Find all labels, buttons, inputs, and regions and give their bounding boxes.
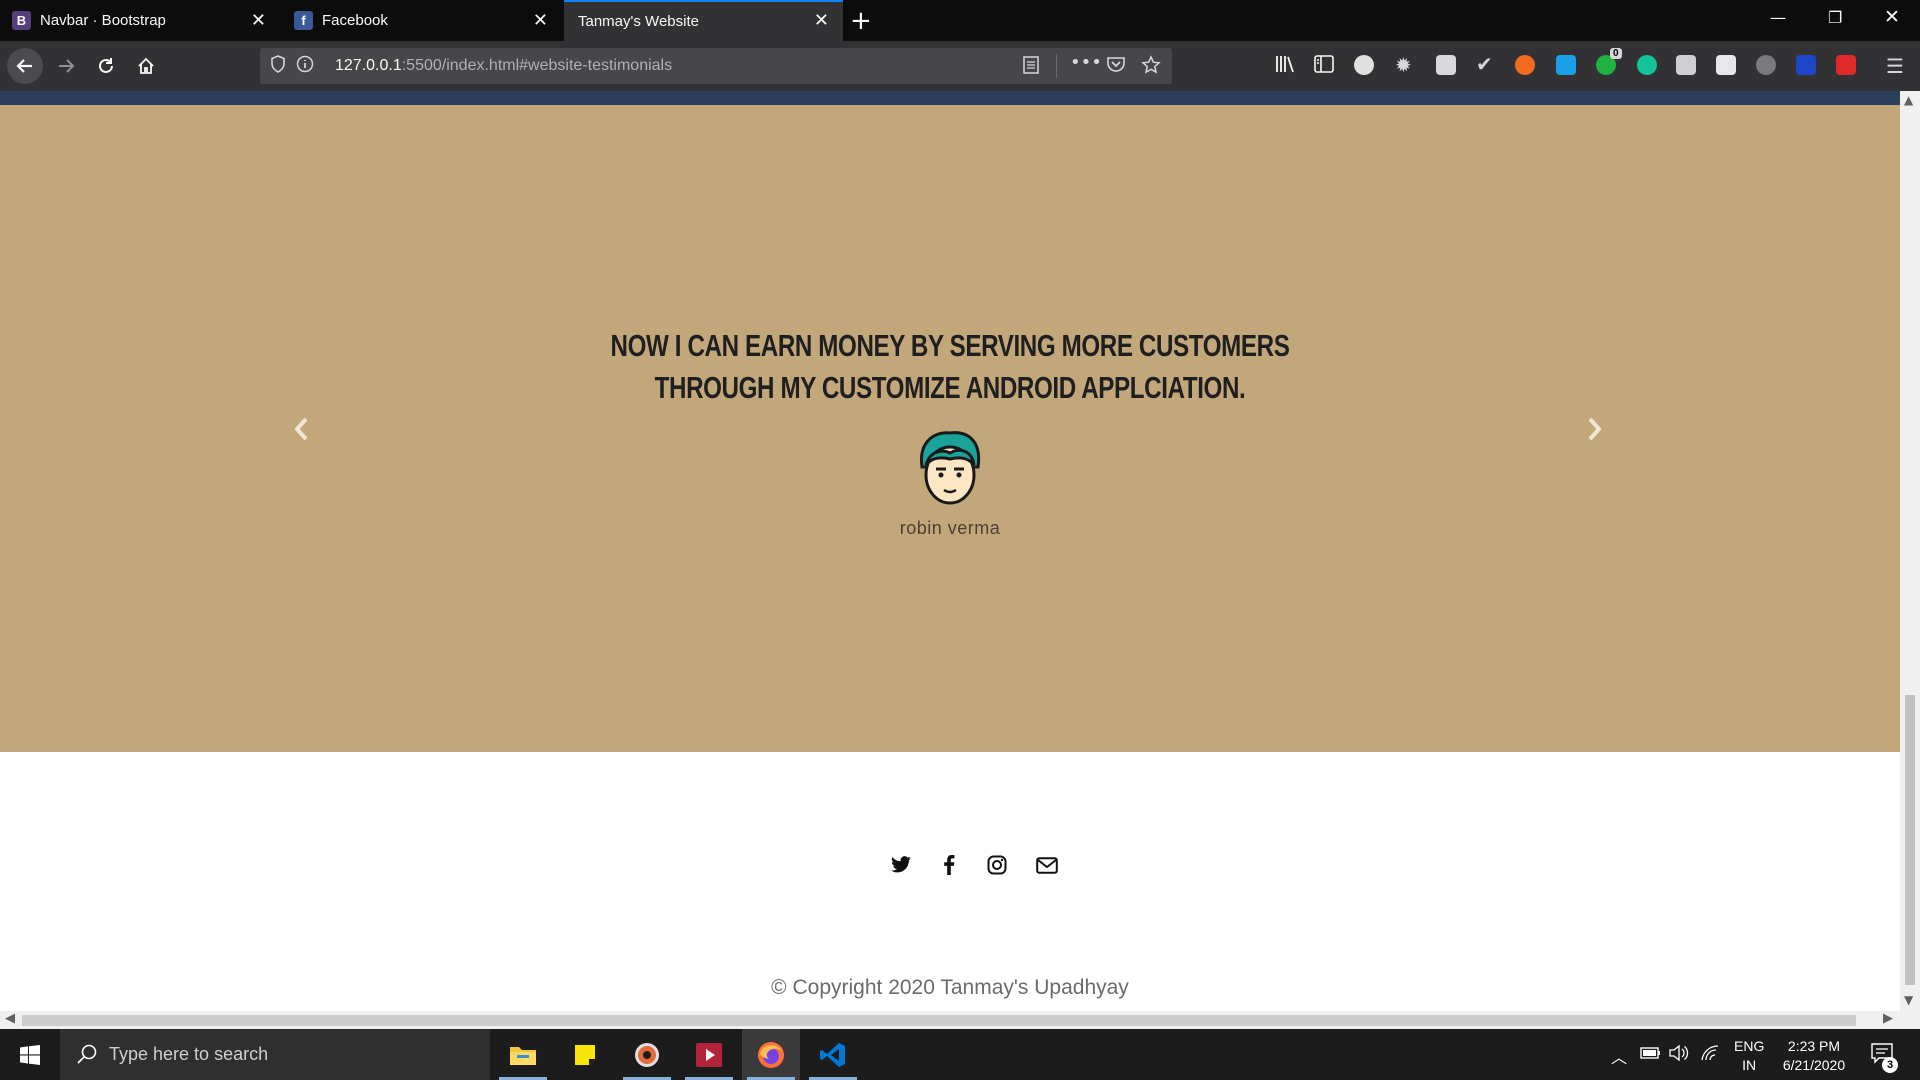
new-tab-button[interactable]: + bbox=[850, 6, 872, 36]
quote-line-2: THROUGH MY CUSTOMIZE ANDROID APPLCIATION… bbox=[654, 370, 1246, 405]
vertical-scrollbar[interactable]: ▲ ▼ bbox=[1900, 91, 1920, 1011]
taskbar-search[interactable]: Type here to search bbox=[60, 1029, 490, 1080]
chat-extension-icon[interactable] bbox=[1436, 55, 1456, 75]
carousel-next-button[interactable] bbox=[1586, 413, 1604, 451]
bootstrap-icon: B bbox=[12, 11, 31, 30]
nav-toolbar: 127.0.0.1:5500/index.html#website-testim… bbox=[0, 41, 1920, 91]
facebook-icon: f bbox=[294, 11, 313, 30]
scroll-down-arrow-icon[interactable]: ▼ bbox=[1904, 993, 1913, 1007]
video-editor-icon[interactable] bbox=[680, 1029, 738, 1080]
show-hidden-icons-icon[interactable]: ︿ bbox=[1611, 1044, 1627, 1068]
minimize-button[interactable]: — bbox=[1770, 8, 1786, 27]
library-icon[interactable] bbox=[1274, 54, 1296, 79]
info-icon[interactable] bbox=[296, 55, 314, 78]
tab-strip: B Navbar · Bootstrap ✕ f Facebook ✕ Tanm… bbox=[0, 0, 1920, 41]
camera-extension-icon[interactable] bbox=[1716, 55, 1736, 75]
media-player-icon[interactable] bbox=[618, 1029, 676, 1080]
testimonial-section: NOW I CAN EARN MONEY BY SERVING MORE CUS… bbox=[0, 105, 1900, 752]
reload-button[interactable] bbox=[90, 50, 122, 82]
copyright-text: © Copyright 2020 Tanmay's Upadhyay bbox=[771, 976, 1129, 999]
divider bbox=[1056, 54, 1057, 78]
email-icon[interactable] bbox=[1034, 852, 1060, 878]
language-indicator[interactable]: ENG IN bbox=[1734, 1037, 1764, 1075]
firefox-icon[interactable] bbox=[742, 1029, 800, 1080]
sidebar-icon[interactable] bbox=[1314, 55, 1334, 78]
language-code: ENG bbox=[1734, 1038, 1765, 1054]
clock-date: 6/21/2020 bbox=[1782, 1057, 1846, 1073]
menu-icon[interactable]: ☰ bbox=[1886, 54, 1904, 78]
gear-extension-icon[interactable]: ✹ bbox=[1395, 53, 1412, 77]
battery-icon[interactable] bbox=[1640, 1045, 1662, 1064]
extension-badge: 0 bbox=[1610, 48, 1622, 59]
grammarly-icon[interactable] bbox=[1637, 55, 1657, 75]
facebook-icon[interactable] bbox=[936, 852, 962, 878]
volume-icon[interactable] bbox=[1668, 1044, 1690, 1065]
extension-icon[interactable] bbox=[1354, 55, 1374, 75]
tab-label: Navbar · Bootstrap bbox=[40, 12, 166, 29]
more-actions-icon[interactable]: ••• bbox=[1070, 52, 1102, 73]
tab-navbar-bootstrap[interactable]: B Navbar · Bootstrap ✕ bbox=[0, 0, 280, 41]
page-top-strip bbox=[0, 91, 1920, 105]
pocket-icon[interactable] bbox=[1106, 55, 1126, 78]
tab-facebook[interactable]: f Facebook ✕ bbox=[282, 0, 562, 41]
shield-icon[interactable] bbox=[270, 55, 286, 78]
page-viewport: NOW I CAN EARN MONEY BY SERVING MORE CUS… bbox=[0, 105, 1900, 1011]
testimonial-name: robin verma bbox=[899, 518, 1001, 538]
brave-extension-icon[interactable] bbox=[1515, 55, 1535, 75]
share-extension-icon[interactable] bbox=[1556, 55, 1576, 75]
home-button[interactable] bbox=[130, 50, 162, 82]
url-path: :5500/index.html#website-testimonials bbox=[401, 57, 673, 74]
close-window-button[interactable]: ✕ bbox=[1884, 6, 1900, 28]
region-code: IN bbox=[1742, 1057, 1757, 1073]
scrollbar-thumb[interactable] bbox=[1905, 695, 1915, 985]
tab-label: Tanmay's Website bbox=[578, 13, 699, 30]
scroll-up-arrow-icon[interactable]: ▲ bbox=[1904, 93, 1913, 107]
reader-view-icon[interactable] bbox=[1022, 55, 1040, 80]
start-button[interactable] bbox=[0, 1029, 60, 1080]
search-icon bbox=[76, 1043, 98, 1070]
file-explorer-icon[interactable] bbox=[494, 1029, 552, 1080]
clock-time: 2:23 PM bbox=[1787, 1038, 1841, 1054]
testimonial-quote: NOW I CAN EARN MONEY BY SERVING MORE CUS… bbox=[209, 325, 1691, 409]
notification-count-badge: 3 bbox=[1882, 1057, 1898, 1073]
footer: © Copyright 2020 Tanmay's Upadhyay bbox=[0, 752, 1900, 1011]
avatar bbox=[920, 431, 981, 505]
pen-extension-icon[interactable] bbox=[1836, 55, 1856, 75]
wifi-icon[interactable] bbox=[1700, 1044, 1720, 1065]
forward-button[interactable] bbox=[50, 50, 82, 82]
scroll-left-arrow-icon[interactable]: ◀ bbox=[5, 1011, 15, 1026]
tab-tanmays-website[interactable]: Tanmay's Website ✕ bbox=[564, 0, 843, 41]
close-tab-icon[interactable]: ✕ bbox=[251, 10, 266, 31]
search-placeholder: Type here to search bbox=[109, 1044, 269, 1064]
twitter-icon[interactable] bbox=[888, 852, 914, 878]
clock[interactable]: 2:23 PM 6/21/2020 bbox=[1776, 1037, 1852, 1075]
check-extension-icon[interactable]: ✔ bbox=[1476, 52, 1493, 76]
horizontal-scrollbar[interactable]: ◀ ▶ bbox=[0, 1011, 1900, 1029]
url-host: 127.0.0.1 bbox=[335, 57, 402, 74]
sticky-notes-icon[interactable] bbox=[556, 1029, 614, 1080]
scrollbar-thumb[interactable] bbox=[22, 1015, 1856, 1026]
taskbar: Type here to search ︿ ENG IN 2:23 PM 6/2… bbox=[0, 1029, 1920, 1080]
vscode-icon[interactable] bbox=[804, 1029, 862, 1080]
scroll-right-arrow-icon[interactable]: ▶ bbox=[1883, 1011, 1893, 1026]
address-bar[interactable]: 127.0.0.1:5500/index.html#website-testim… bbox=[260, 48, 1172, 84]
instagram-icon[interactable] bbox=[984, 852, 1010, 878]
close-tab-icon[interactable]: ✕ bbox=[814, 10, 829, 31]
bookmark-star-icon[interactable] bbox=[1141, 55, 1161, 80]
url-text[interactable]: 127.0.0.1:5500/index.html#website-testim… bbox=[335, 57, 672, 75]
restore-button[interactable]: ❐ bbox=[1828, 8, 1842, 27]
quote-line-1: NOW I CAN EARN MONEY BY SERVING MORE CUS… bbox=[610, 328, 1290, 363]
carousel-prev-button[interactable] bbox=[292, 413, 310, 451]
back-button[interactable] bbox=[7, 48, 43, 84]
blocked-extension-icon[interactable] bbox=[1756, 55, 1776, 75]
trello-extension-icon[interactable] bbox=[1796, 55, 1816, 75]
tab-label: Facebook bbox=[322, 12, 388, 29]
scrollbar-corner bbox=[1900, 1011, 1920, 1029]
notes-extension-icon[interactable] bbox=[1676, 55, 1696, 75]
close-tab-icon[interactable]: ✕ bbox=[533, 10, 548, 31]
